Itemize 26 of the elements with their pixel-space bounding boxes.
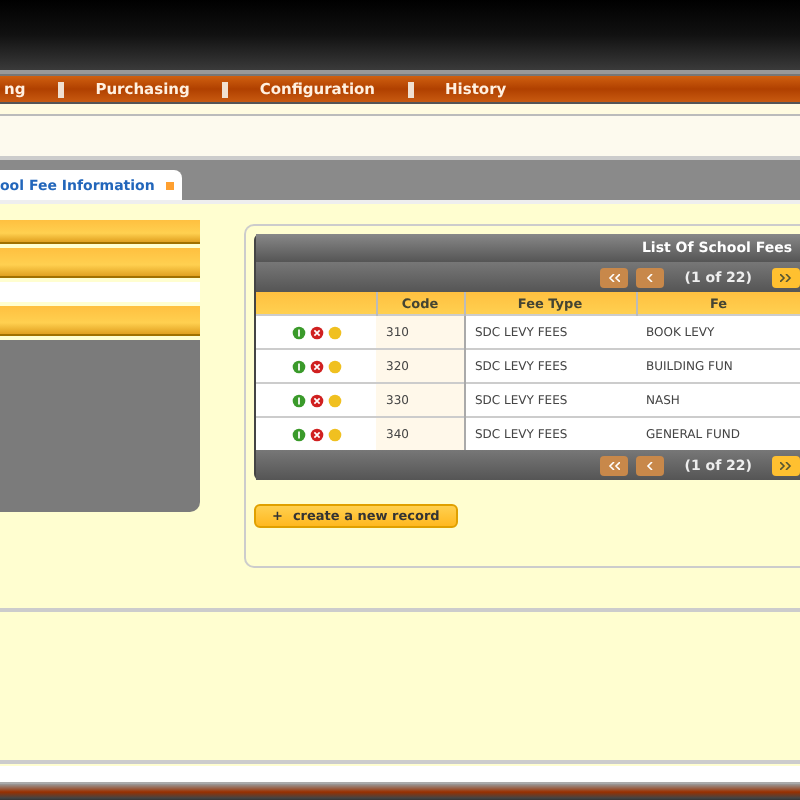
check-icon[interactable] bbox=[291, 325, 305, 339]
check-icon[interactable] bbox=[291, 359, 305, 373]
previous-page-button[interactable] bbox=[636, 267, 665, 287]
close-icon[interactable] bbox=[166, 181, 175, 189]
dot-icon[interactable] bbox=[327, 427, 341, 441]
next-page-button[interactable] bbox=[772, 455, 800, 475]
first-page-button[interactable] bbox=[600, 267, 629, 287]
input-field[interactable] bbox=[0, 282, 200, 302]
check-icon[interactable] bbox=[291, 427, 305, 441]
first-page-button[interactable] bbox=[600, 455, 629, 475]
cross-icon[interactable] bbox=[309, 427, 323, 441]
dot-icon[interactable] bbox=[327, 325, 341, 339]
double-chevron-left-icon bbox=[608, 273, 621, 281]
previous-page-button[interactable] bbox=[636, 455, 665, 475]
check-icon[interactable] bbox=[291, 393, 305, 407]
cross-icon[interactable] bbox=[309, 393, 323, 407]
cross-icon[interactable] bbox=[309, 325, 323, 339]
double-chevron-left-icon bbox=[608, 461, 621, 469]
dot-icon[interactable] bbox=[327, 393, 341, 407]
double-chevron-right-icon bbox=[780, 273, 792, 281]
double-chevron-right-icon bbox=[780, 461, 792, 469]
next-page-button[interactable] bbox=[772, 267, 800, 287]
chevron-left-icon bbox=[644, 461, 657, 469]
dot-icon[interactable] bbox=[327, 359, 341, 373]
cross-icon[interactable] bbox=[309, 359, 323, 373]
chevron-left-icon bbox=[644, 273, 657, 281]
